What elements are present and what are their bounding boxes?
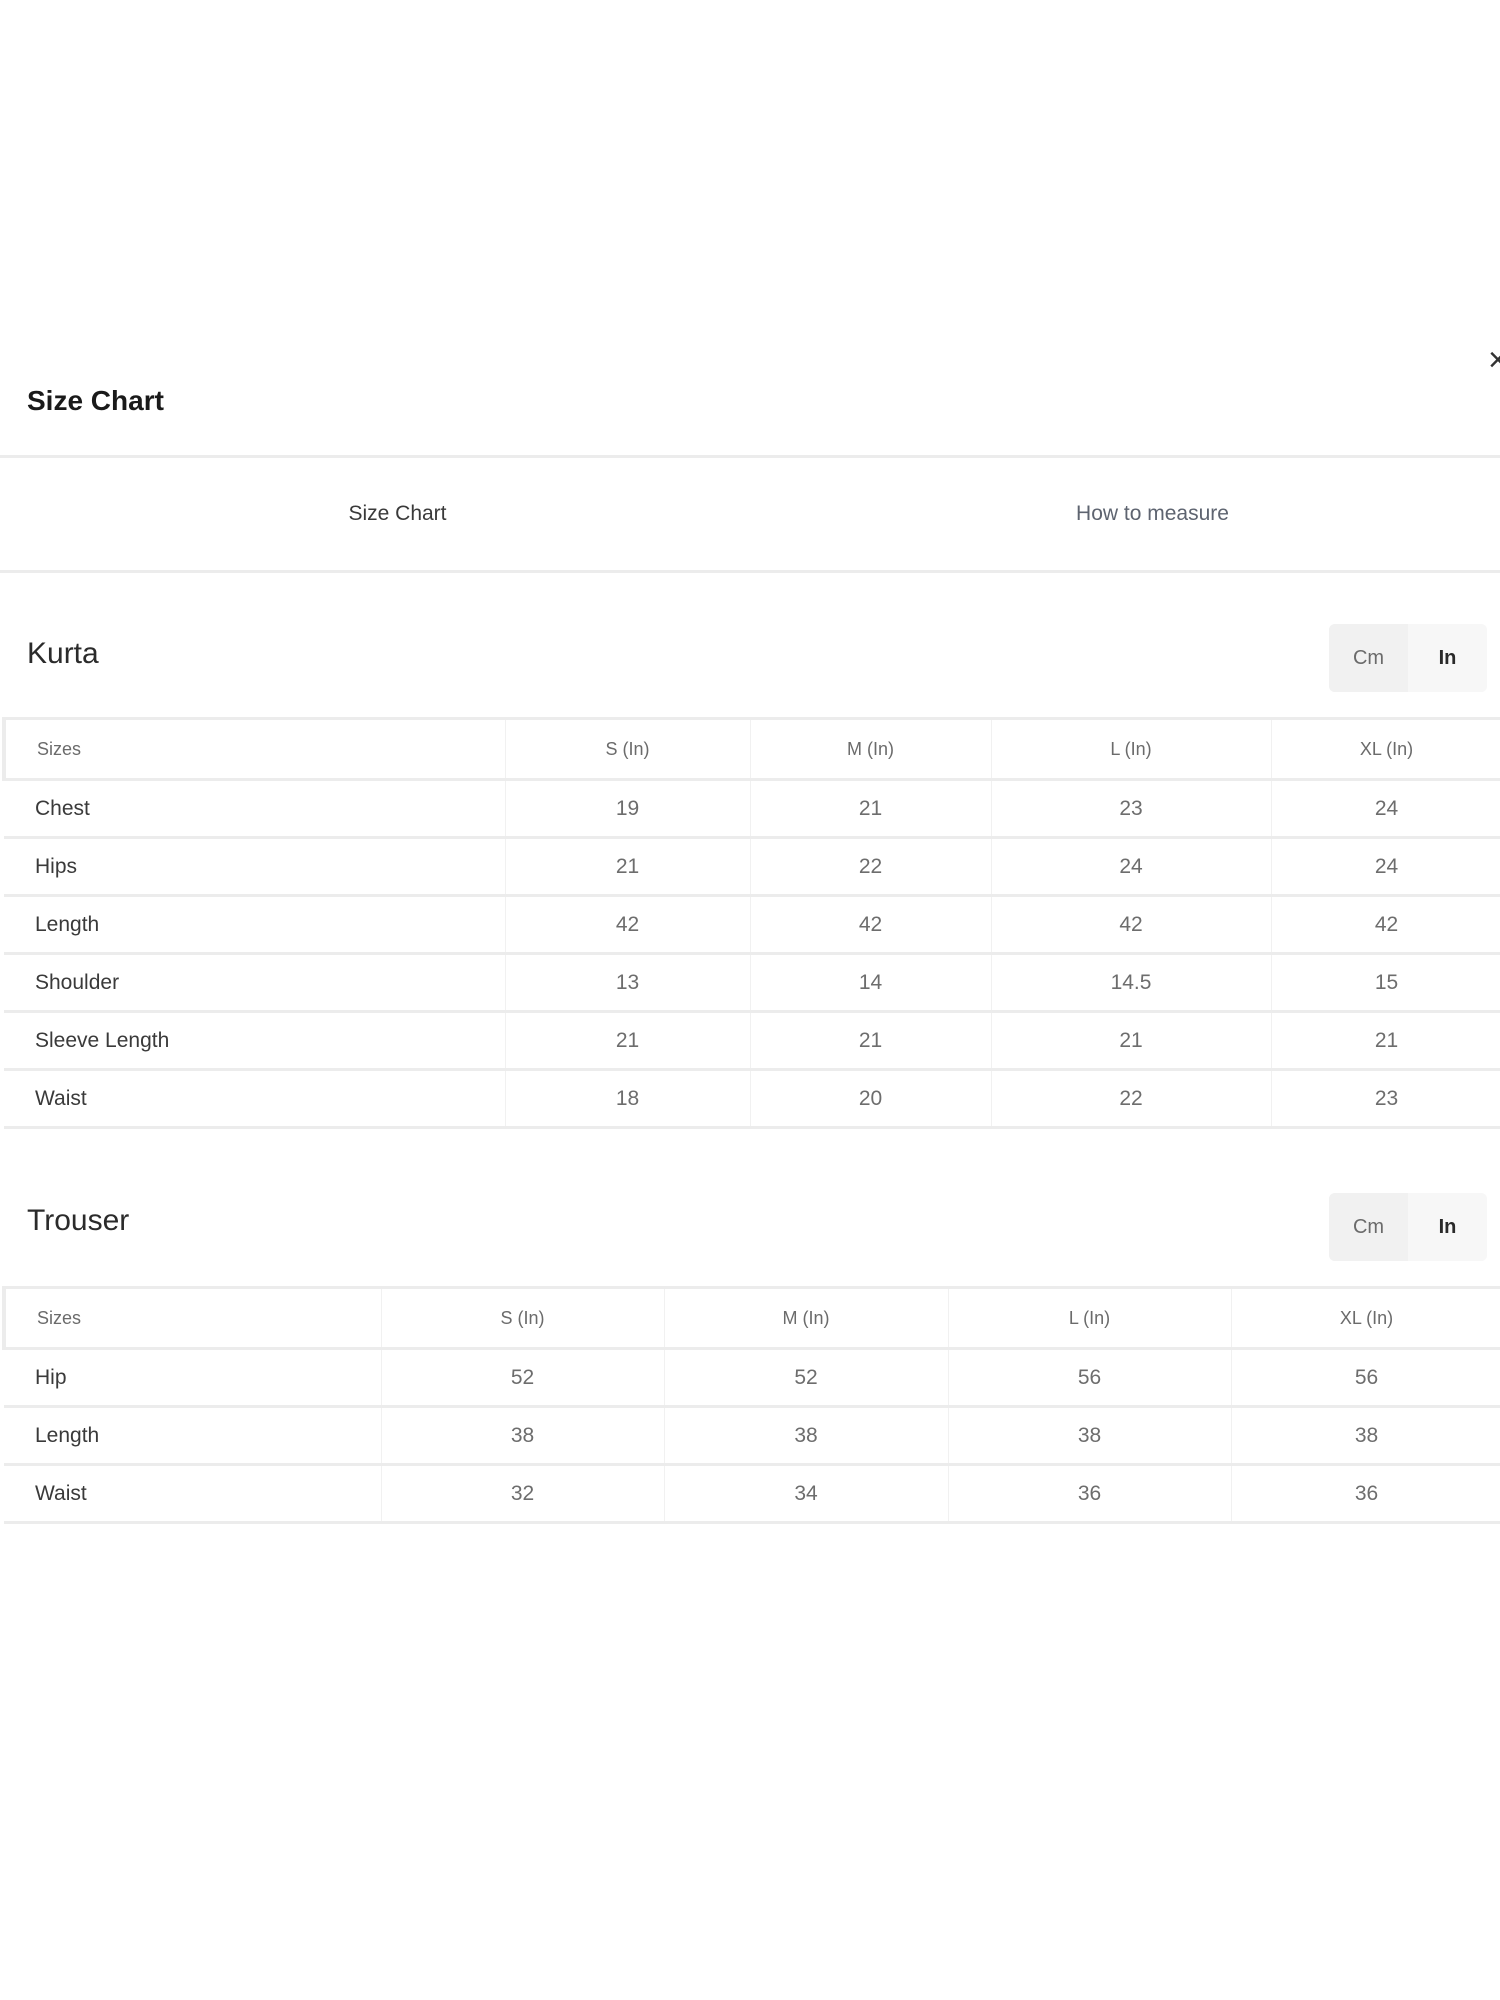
column-header-m: M (In): [664, 1286, 949, 1350]
table-row: Length 42 42 42 42: [4, 895, 1500, 955]
trouser-size-table: Sizes S (In) M (In) L (In) XL (In) Hip 5…: [2, 1286, 1500, 1524]
table-row: Shoulder 13 14 14.5 15: [4, 953, 1500, 1013]
row-label: Waist: [4, 1464, 382, 1524]
table-cell: 36: [948, 1464, 1232, 1524]
table-cell: 56: [1231, 1348, 1500, 1408]
row-label: Chest: [4, 779, 506, 839]
table-cell: 38: [948, 1406, 1232, 1466]
unit-toggle-trouser: Cm In: [1329, 1193, 1487, 1261]
table-cell: 21: [991, 1011, 1272, 1071]
column-header-m: M (In): [750, 717, 992, 781]
table-cell: 23: [991, 779, 1272, 839]
column-header-l: L (In): [948, 1286, 1232, 1350]
table-cell: 21: [750, 1011, 992, 1071]
column-header-l: L (In): [991, 717, 1272, 781]
column-header-sizes: Sizes: [2, 717, 506, 781]
column-header-xl: XL (In): [1271, 717, 1500, 781]
table-cell: 14: [750, 953, 992, 1013]
table-cell: 42: [1271, 895, 1500, 955]
table-row: Sleeve Length 21 21 21 21: [4, 1011, 1500, 1071]
unit-in-button[interactable]: In: [1408, 624, 1487, 692]
table-cell: 38: [381, 1406, 665, 1466]
column-header-sizes: Sizes: [2, 1286, 382, 1350]
table-row: Chest 19 21 23 24: [4, 779, 1500, 839]
table-cell: 24: [1271, 779, 1500, 839]
modal-header: Size Chart: [0, 340, 1500, 458]
table-header-row: Sizes S (In) M (In) L (In) XL (In): [2, 717, 1500, 781]
table-cell: 52: [664, 1348, 949, 1408]
table-cell: 34: [664, 1464, 949, 1524]
tab-bar: Size Chart How to measure: [0, 458, 1500, 573]
table-cell: 52: [381, 1348, 665, 1408]
row-label: Length: [4, 1406, 382, 1466]
table-cell: 18: [505, 1069, 751, 1129]
table-cell: 32: [381, 1464, 665, 1524]
table-row: Hip 52 52 56 56: [4, 1348, 1500, 1408]
table-cell: 38: [664, 1406, 949, 1466]
table-row: Waist 32 34 36 36: [4, 1464, 1500, 1524]
row-label: Length: [4, 895, 506, 955]
table-cell: 42: [991, 895, 1272, 955]
row-label: Sleeve Length: [4, 1011, 506, 1071]
table-cell: 21: [1271, 1011, 1500, 1071]
table-cell: 14.5: [991, 953, 1272, 1013]
table-cell: 20: [750, 1069, 992, 1129]
table-row: Hips 21 22 24 24: [4, 837, 1500, 897]
table-cell: 21: [505, 1011, 751, 1071]
table-header-row: Sizes S (In) M (In) L (In) XL (In): [2, 1286, 1500, 1350]
close-icon[interactable]: ×: [1488, 340, 1500, 380]
table-cell: 42: [505, 895, 751, 955]
table-cell: 13: [505, 953, 751, 1013]
table-cell: 36: [1231, 1464, 1500, 1524]
column-header-xl: XL (In): [1231, 1286, 1500, 1350]
row-label: Waist: [4, 1069, 506, 1129]
table-cell: 22: [991, 1069, 1272, 1129]
table-cell: 42: [750, 895, 992, 955]
table-cell: 56: [948, 1348, 1232, 1408]
section-title-kurta: Kurta: [27, 637, 99, 670]
tab-size-chart[interactable]: Size Chart: [0, 458, 795, 570]
tab-how-to-measure[interactable]: How to measure: [795, 458, 1500, 570]
table-cell: 21: [750, 779, 992, 839]
row-label: Hips: [4, 837, 506, 897]
unit-cm-button[interactable]: Cm: [1329, 1193, 1408, 1261]
table-cell: 15: [1271, 953, 1500, 1013]
table-cell: 24: [991, 837, 1272, 897]
modal-title: Size Chart: [27, 385, 164, 416]
table-cell: 38: [1231, 1406, 1500, 1466]
kurta-size-table: Sizes S (In) M (In) L (In) XL (In) Chest…: [2, 717, 1500, 1129]
row-label: Hip: [4, 1348, 382, 1408]
column-header-s: S (In): [505, 717, 751, 781]
unit-in-button[interactable]: In: [1408, 1193, 1487, 1261]
row-label: Shoulder: [4, 953, 506, 1013]
table-cell: 23: [1271, 1069, 1500, 1129]
table-row: Length 38 38 38 38: [4, 1406, 1500, 1466]
section-title-trouser: Trouser: [27, 1204, 130, 1237]
unit-cm-button[interactable]: Cm: [1329, 624, 1408, 692]
table-cell: 19: [505, 779, 751, 839]
unit-toggle-kurta: Cm In: [1329, 624, 1487, 692]
table-row: Waist 18 20 22 23: [4, 1069, 1500, 1129]
table-cell: 22: [750, 837, 992, 897]
table-cell: 21: [505, 837, 751, 897]
table-cell: 24: [1271, 837, 1500, 897]
column-header-s: S (In): [381, 1286, 665, 1350]
